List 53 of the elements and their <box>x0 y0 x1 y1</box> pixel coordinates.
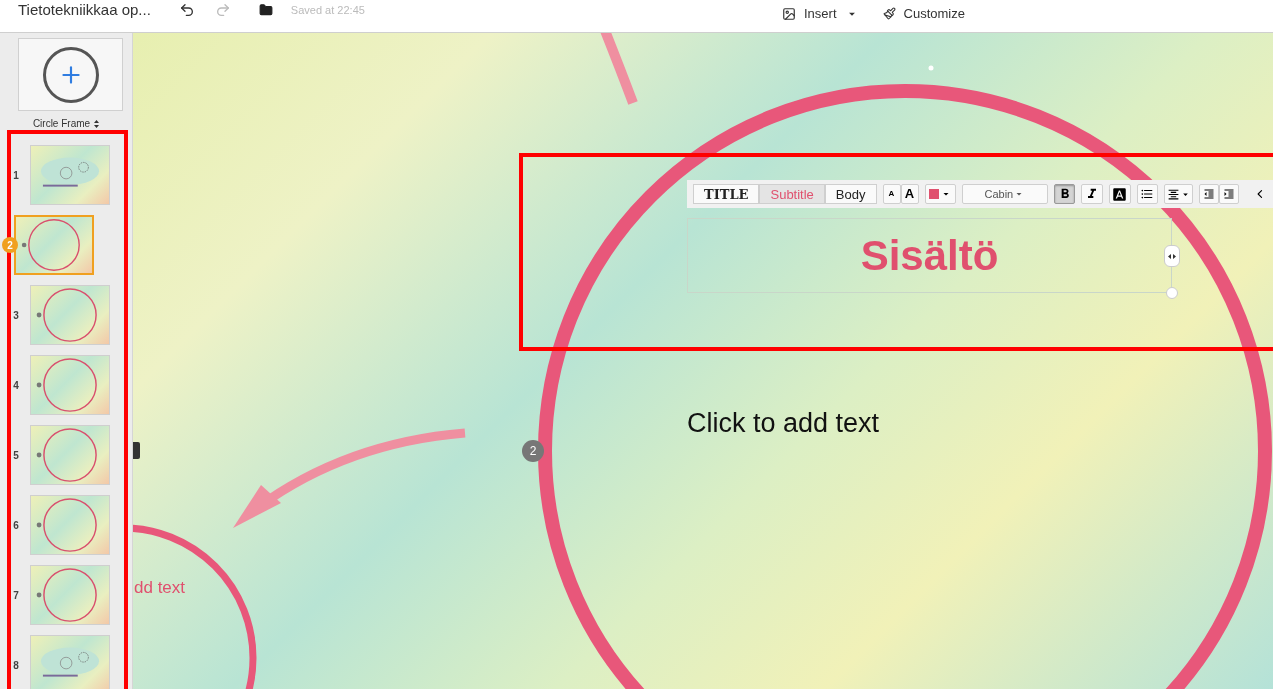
highlight-icon <box>1112 186 1128 202</box>
slide-number: 4 <box>12 378 20 393</box>
slide-number: 7 <box>12 588 20 603</box>
slide-number: 1 <box>12 168 20 183</box>
undo-icon[interactable] <box>178 2 195 18</box>
frame-number-badge[interactable]: 2 <box>522 440 544 462</box>
slide-thumbnail[interactable] <box>30 425 110 485</box>
slide-thumbnail[interactable] <box>30 355 110 415</box>
slide-thumbnail[interactable] <box>30 495 110 555</box>
outdent-button[interactable] <box>1199 184 1220 204</box>
increase-size-button[interactable]: A <box>900 184 919 204</box>
indent-button[interactable] <box>1219 184 1240 204</box>
slide-number: 8 <box>12 658 20 673</box>
outdent-icon <box>1203 188 1216 200</box>
customize-button[interactable]: Customize <box>882 4 965 24</box>
up-down-caret-icon <box>94 119 100 128</box>
save-status: Saved at 22:45 <box>290 2 365 18</box>
align-center-icon <box>1166 187 1180 201</box>
insert-menu[interactable]: Insert <box>782 4 859 24</box>
text-style-tab[interactable]: Body <box>824 184 877 204</box>
text-placeholder[interactable]: Click to add text <box>687 403 880 444</box>
width-handle[interactable] <box>1164 245 1180 267</box>
add-frame-button[interactable] <box>18 38 123 111</box>
slide-number: 5 <box>12 448 20 463</box>
slide-number: 6 <box>12 518 20 533</box>
left-right-arrows-icon <box>1168 253 1176 259</box>
image-icon <box>782 6 796 21</box>
text-style-tab[interactable]: TITLE <box>693 184 760 204</box>
slide-thumbnail[interactable] <box>30 145 110 205</box>
frame-title: Sisältö <box>860 231 999 281</box>
highlight-button[interactable] <box>1109 184 1131 204</box>
indent-icon <box>1223 188 1236 200</box>
resize-handle[interactable] <box>1166 287 1178 299</box>
folder-icon[interactable] <box>258 3 273 17</box>
bold-button[interactable] <box>1053 184 1076 204</box>
font-select[interactable]: Cabin <box>961 184 1048 204</box>
resize-handle[interactable] <box>133 442 140 459</box>
bullet-list-icon <box>1140 187 1155 201</box>
slide-thumbnail[interactable] <box>30 635 110 689</box>
bullet-list-button[interactable] <box>1136 184 1159 204</box>
slide-thumbnail[interactable] <box>30 565 110 625</box>
italic-button[interactable] <box>1081 184 1103 204</box>
align-button[interactable] <box>1164 184 1194 204</box>
slide-number-badge: 2 <box>2 237 18 253</box>
frame-type-selector[interactable]: Circle Frame <box>32 116 100 131</box>
text-color-button[interactable] <box>924 184 956 204</box>
decrease-size-button[interactable]: A <box>882 184 901 204</box>
slide-number: 3 <box>12 308 20 323</box>
slide-thumbnail[interactable] <box>30 285 110 345</box>
frame-text: dd text <box>134 577 186 599</box>
presentation-title[interactable]: Tietotekniikkaa op... <box>18 0 151 22</box>
paintbrush-icon <box>882 7 896 21</box>
slide-thumbnail[interactable] <box>14 215 94 275</box>
